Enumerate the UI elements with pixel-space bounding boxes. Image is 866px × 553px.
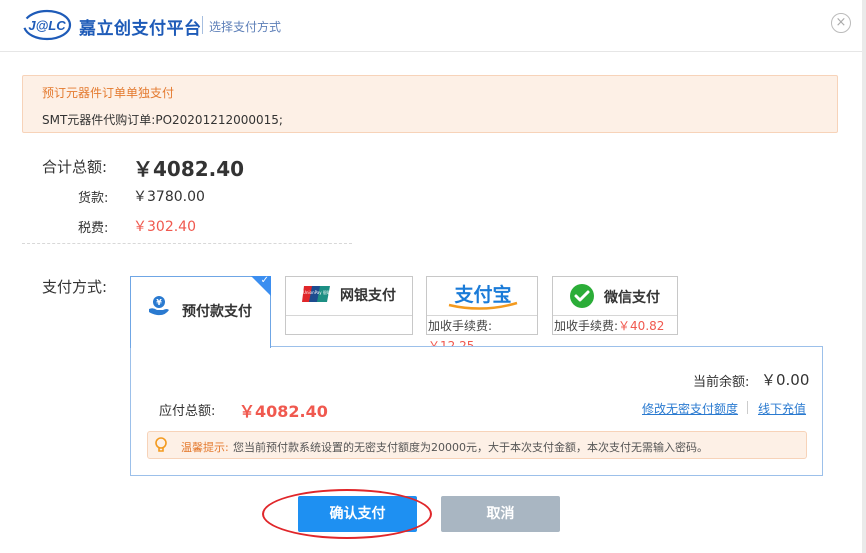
link-divider [747, 401, 748, 414]
method-name: 微信支付 [604, 290, 660, 306]
fee-label: 加收手续费: [428, 319, 493, 333]
total-value: ￥4082.40 [133, 157, 245, 181]
method-name: 网银支付 [340, 288, 396, 304]
goods-label: 货款: [78, 191, 109, 206]
tax-value: ￥302.40 [133, 219, 196, 235]
tip-box: 温馨提示: 您当前预付款系统设置的无密支付额度为20000元，大于本次支付金额，… [147, 431, 807, 459]
order-number: SMT元器件代购订单:PO20201212000015; [42, 113, 283, 127]
amount-divider [22, 243, 352, 244]
check-icon: ✓ [260, 275, 269, 286]
header-divider [202, 16, 203, 34]
prepaid-hand-yen-icon: ¥ [149, 296, 169, 316]
amount-due-label: 应付总额: [159, 404, 216, 419]
svg-text:支付宝: 支付宝 [453, 283, 511, 306]
balance-value: ￥0.00 [761, 371, 810, 389]
dialog-subtitle: 选择支付方式 [209, 20, 282, 34]
prepaid-panel: 当前余额: ￥0.00 应付总额: ￥4082.40 修改无密支付额度 线下充值… [130, 346, 823, 476]
tip-text: 您当前预付款系统设置的无密支付额度为20000元，大于本次支付金额，本次支付无需… [233, 441, 708, 454]
unionpay-icon: UnionPay 银联 [302, 286, 331, 302]
modify-limit-link[interactable]: 修改无密支付额度 [642, 400, 738, 417]
brand-title: 嘉立创支付平台 [79, 19, 202, 39]
method-prepaid[interactable]: ✓ ¥ 预付款支付 [130, 275, 271, 348]
window-edge [862, 0, 866, 553]
tax-label: 税费: [78, 221, 109, 236]
amount-due-value: ￥4082.40 [239, 402, 328, 421]
close-icon[interactable]: × [831, 13, 851, 33]
order-notice: 预订元器件订单单独支付 SMT元器件代购订单:PO20201212000015; [22, 75, 838, 133]
fee-row-empty [286, 315, 412, 336]
balance-label: 当前余额: [693, 375, 750, 390]
method-unionpay[interactable]: UnionPay 银联 网银支付 [285, 276, 413, 335]
alipay-logo-icon: 支付宝 [448, 283, 518, 310]
method-alipay[interactable]: 支付宝 加收手续费:￥12.25 [426, 276, 538, 353]
method-wechat[interactable]: 微信支付 加收手续费:￥40.82 [552, 276, 678, 335]
fee-row: 加收手续费:￥12.25 [427, 315, 537, 353]
svg-text:¥: ¥ [156, 298, 162, 307]
fee-label: 加收手续费: [554, 319, 619, 333]
notice-title: 预订元器件订单单独支付 [42, 86, 175, 100]
svg-text:UnionPay 银联: UnionPay 银联 [303, 289, 331, 295]
svg-text:J@LC: J@LC [28, 18, 66, 33]
confirm-payment-button[interactable]: 确认支付 [298, 496, 417, 532]
method-name: 预付款支付 [182, 304, 252, 320]
payment-dialog: J@LC 嘉立创支付平台 选择支付方式 × 预订元器件订单单独支付 SMT元器件… [0, 0, 866, 553]
wechat-icon [570, 284, 594, 308]
dialog-header: J@LC 嘉立创支付平台 选择支付方式 × [0, 0, 866, 52]
total-label: 合计总额: [42, 158, 108, 176]
lightbulb-icon [155, 437, 167, 452]
goods-value: ￥3780.00 [133, 189, 205, 205]
offline-recharge-link[interactable]: 线下充值 [758, 400, 806, 417]
jlc-logo: J@LC [22, 9, 72, 41]
tip-label: 温馨提示: [181, 441, 229, 454]
cancel-button[interactable]: 取消 [441, 496, 560, 532]
payment-method-label: 支付方式: [42, 278, 108, 296]
fee-value: ￥40.82 [618, 319, 665, 333]
fee-row: 加收手续费:￥40.82 [553, 315, 677, 335]
